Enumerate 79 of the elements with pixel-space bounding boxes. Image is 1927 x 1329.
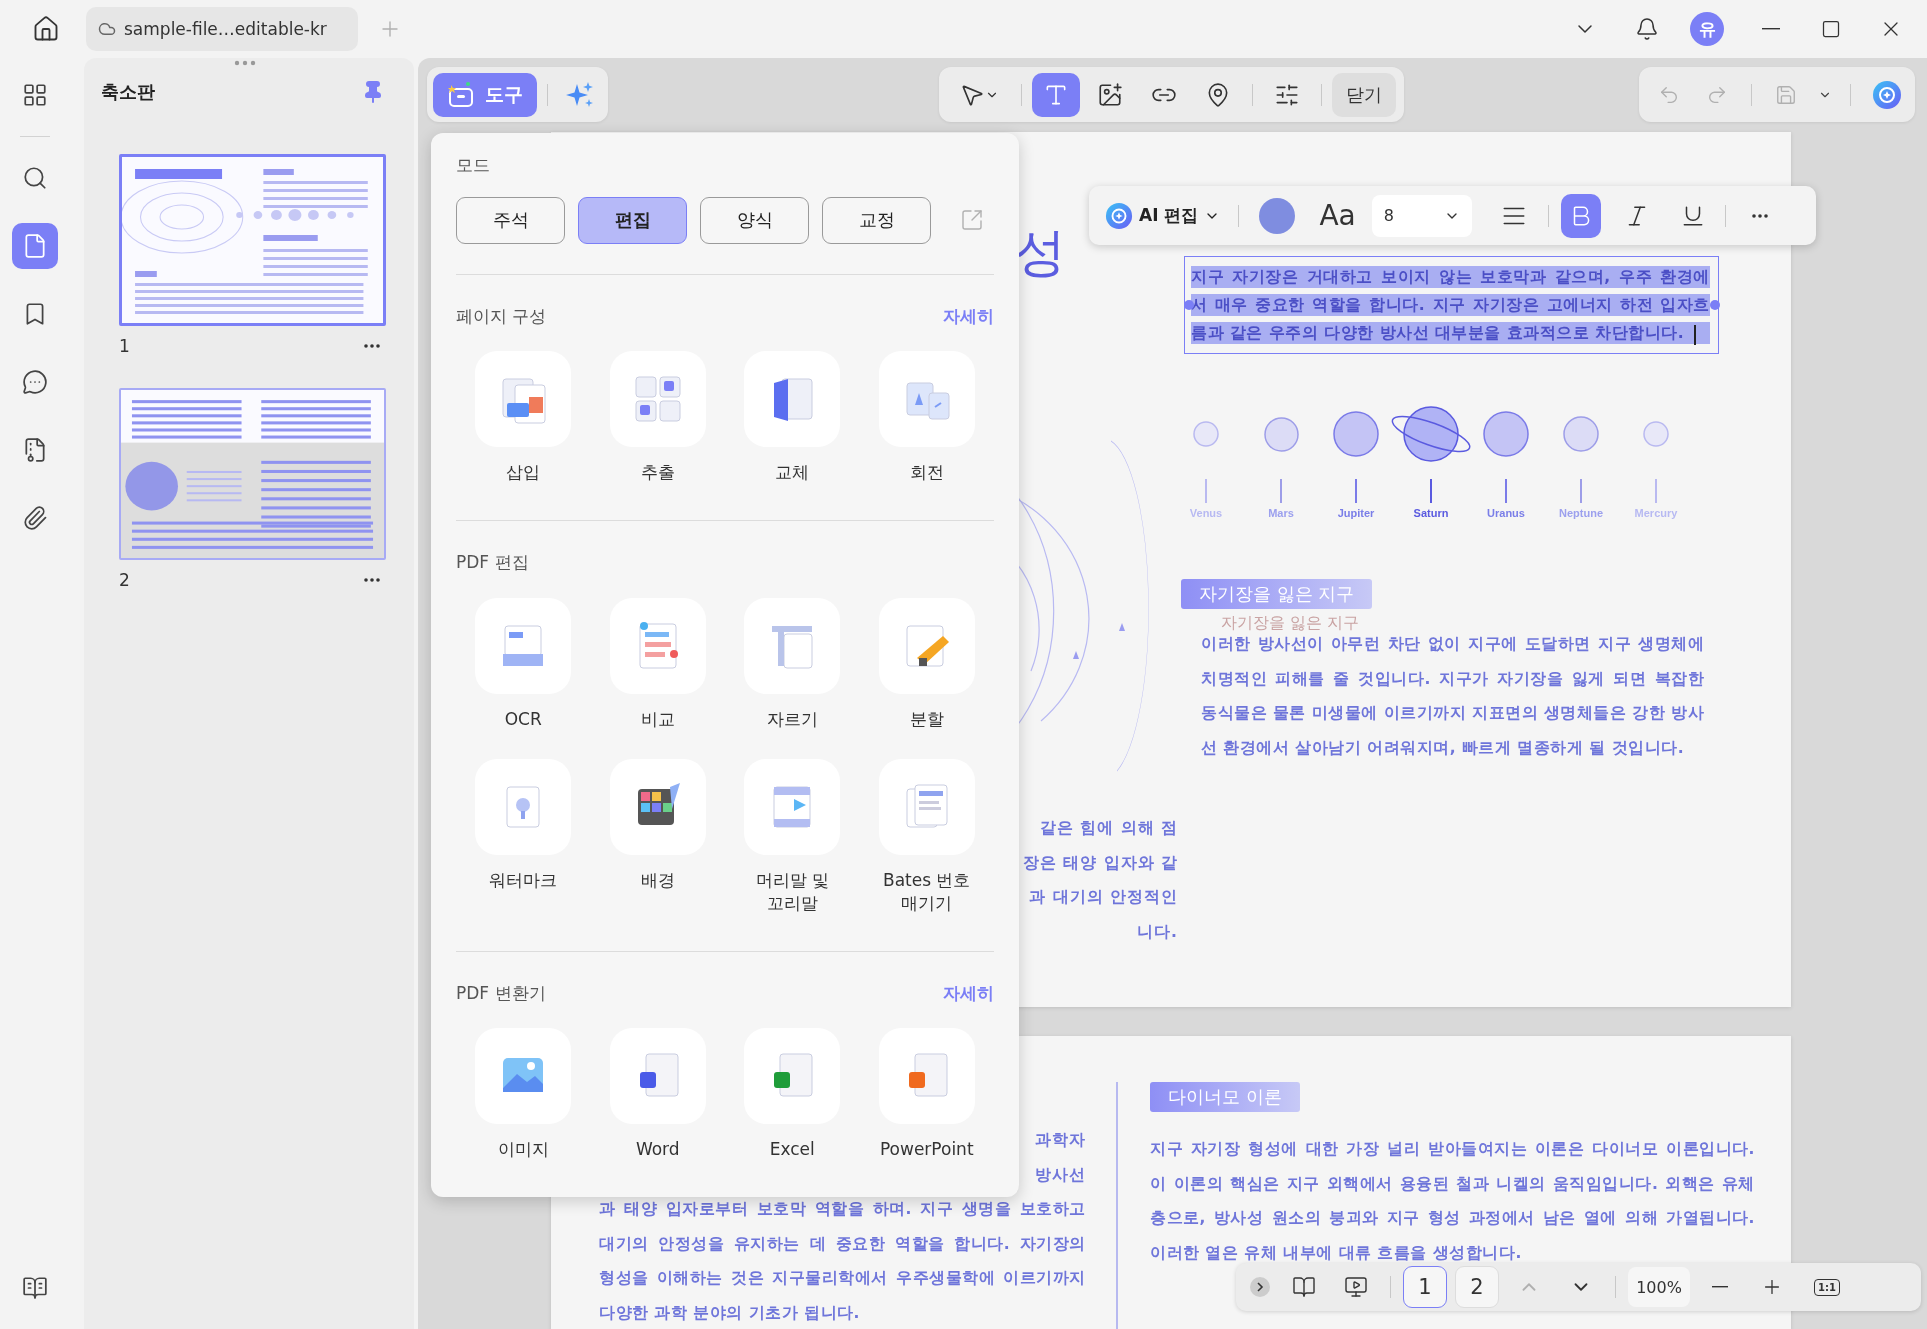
mode-button[interactable]: 주석: [456, 196, 566, 244]
paragraph: 과 태양 입자로부터 보호막 역할을 하며. 지구 생명을 보호하고 대기의 안정성을 유지하는 데 중요한 역할을 합니다. 자기장의 형성을 이해하는 것은 지구물리학에서 우주생물학에 이르기까지 다양한 과학 분야의 기초가 됩니다.: [599, 1199, 1086, 1324]
drag-handle-icon: [234, 60, 256, 66]
tool-button[interactable]: 배경: [590, 758, 725, 915]
planet-label: Uranus: [1487, 507, 1525, 519]
planet-label: Neptune: [1559, 507, 1603, 519]
mode-button[interactable]: 편집: [578, 196, 688, 244]
paperclip-icon: [22, 505, 48, 531]
grid-icon: [22, 82, 48, 108]
section-heading: 다이너모 이론: [1150, 1082, 1300, 1112]
panel-title: 축소판: [101, 80, 155, 104]
paragraph: 이러한 방사선이 아무런 차단 없이 지구에 도달하면 지구 생명체에 치명적인 피해를 줄 것입니다. 지구가 자기장을 잃게 되면 복잡한 동식물은 물론 미생물에 이르기까지 지표면의 생명체들은 강한 방사 선 환경에서 살아남기 어려워지며, 빠르게 멸종하게 될 것입니다.: [1201, 634, 1705, 759]
mode-button[interactable]: 교정: [822, 196, 932, 244]
section-title: 모드: [456, 154, 490, 178]
font-button[interactable]: Aa: [1311, 199, 1364, 232]
tool-button[interactable]: Bates 번호 매기기: [859, 758, 994, 915]
page-number: 1: [119, 336, 130, 356]
bold-button[interactable]: [1560, 193, 1601, 238]
cloud-icon: [98, 20, 116, 38]
planet-label: Mars: [1268, 507, 1294, 519]
tool-button[interactable]: 워터마크: [456, 758, 591, 915]
paragraph: 지구 자기장 형성에 대한 가장 널리 받아들여지는 이론은 다이너모 이론입니다. 이 이론의 핵심은 지구 외핵에서 용융된 철과 니켈의 움직임입니다. 외핵은 유체 층으로, 방사성 원소의 붕괴와 지구 형성 과정에서 남은 열에 의해 가열됩니다. 이러한 열은 유체 내부에 대류 흐름을 생성합니다.: [1150, 1139, 1755, 1264]
section-title: PDF 편집: [456, 551, 529, 575]
leader-line: [1430, 479, 1432, 503]
external-link-icon: [960, 208, 985, 233]
ai-edit-button[interactable]: AI 편집: [1099, 201, 1227, 230]
planet-label: Jupiter: [1337, 507, 1375, 519]
planet-label: Mercury: [1634, 507, 1678, 519]
leader-line: [1355, 479, 1357, 503]
font-size-select[interactable]: 8: [1371, 194, 1472, 237]
document-tab[interactable]: sample-file…editable-kr: [86, 7, 358, 51]
page-button[interactable]: 1: [1403, 1266, 1447, 1308]
more-icon: [364, 344, 380, 348]
section-heading: 자기장을 잃은 지구: [1181, 579, 1373, 609]
image-icon: [1096, 81, 1123, 108]
comment-icon: [22, 369, 48, 395]
paragraph: 과학자 방사선: [1035, 1130, 1086, 1186]
minus-icon: [1712, 1286, 1728, 1288]
leader-line: [1280, 479, 1282, 503]
leader-line: [1205, 479, 1207, 503]
section-title: 페이지 구성: [456, 304, 547, 328]
leader-line: [1580, 479, 1582, 503]
leader-line: [1655, 479, 1657, 503]
chevron-circle-icon: [1249, 1276, 1271, 1298]
more-icon: [364, 578, 380, 582]
close-edit-button[interactable]: 닫기: [1331, 72, 1396, 117]
text-cursor: [1694, 325, 1696, 345]
page-number: 2: [119, 570, 130, 590]
planet-label: Saturn: [1413, 507, 1449, 519]
selected-paragraph: 지구 자기장은 거대하고 보이지 않는 보호막과 같으며, 우주 환경에 서 매우 중요한 역할을 합니다. 지구 자기장은 고에너지 하전 입자흐 름과 같은 우주의 다양한 방사선 대부분을 효과적으로 차단합니다.: [1191, 266, 1710, 344]
save-icon: [1775, 83, 1797, 106]
ai-assistant-icon: [1105, 201, 1133, 230]
search-icon: [22, 165, 48, 191]
actual-size-button[interactable]: 1:1: [1814, 1278, 1840, 1296]
maximize-icon: [1821, 19, 1841, 39]
paragraph: 같은 힘에 의해 점 장은 태양 입자와 같 과 대기의 안정적인 니다.: [1022, 818, 1178, 943]
more-icon: [1751, 213, 1768, 218]
faded-heading: 자기장을 잃은 지구: [1221, 613, 1360, 633]
minimize-icon: [1762, 28, 1780, 30]
page-title: 성: [1014, 224, 1066, 282]
planet-label: Venus: [1189, 507, 1223, 519]
home-icon: [32, 15, 60, 43]
book-icon: [1292, 1275, 1316, 1299]
mode-button[interactable]: 양식: [700, 196, 810, 244]
book-icon: [22, 1275, 48, 1301]
tool-button[interactable]: 머리말 및 꼬리말: [725, 758, 860, 915]
ai-assistant-icon: [1872, 79, 1902, 110]
color-swatch[interactable]: [1259, 197, 1296, 234]
selection-handle[interactable]: [1183, 300, 1194, 310]
section-title: PDF 변환기: [456, 981, 546, 1005]
page-button[interactable]: 2: [1455, 1266, 1499, 1308]
tab-title: sample-file…editable-kr: [124, 19, 327, 39]
toolbox-icon: [447, 80, 475, 109]
monitor-icon: [1344, 1275, 1368, 1299]
archive-icon: [22, 437, 48, 463]
zoom-field[interactable]: 100%: [1628, 1267, 1690, 1307]
bell-icon: [1635, 17, 1659, 41]
page-icon: [22, 233, 48, 259]
leader-line: [1505, 479, 1507, 503]
